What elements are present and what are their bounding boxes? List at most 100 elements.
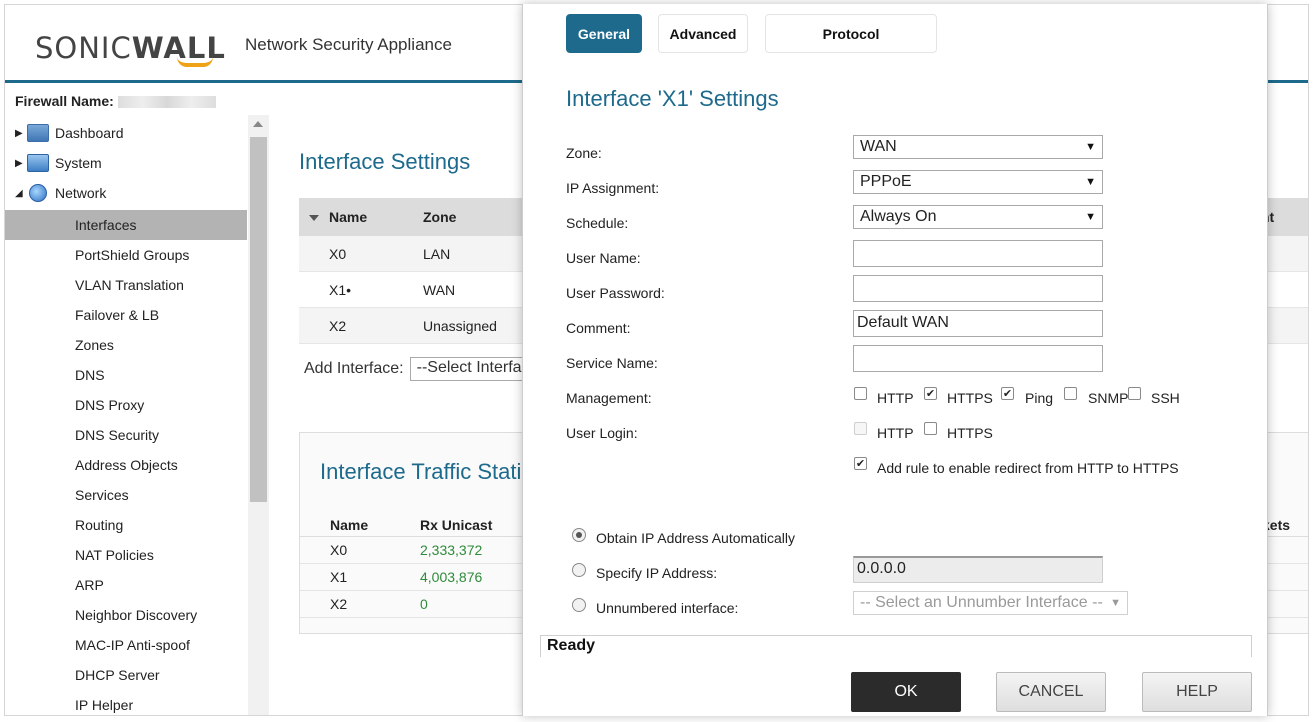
user-login-label: User Login: — [566, 425, 638, 441]
interface-settings-dialog: General Advanced Protocol Interface 'X1'… — [522, 4, 1268, 716]
sidebar-item-arp[interactable]: ARP — [5, 570, 247, 600]
management-label: Management: — [566, 390, 652, 406]
dropdown-arrow-icon: ▼ — [1110, 597, 1121, 609]
firewall-name-redacted — [117, 96, 216, 109]
add-interface-row: Add Interface: --Select Interface-- — [304, 357, 540, 381]
management-ping-checkbox[interactable] — [1001, 387, 1014, 400]
help-button[interactable]: HELP — [1142, 672, 1252, 712]
cell-name: X2 — [330, 596, 348, 612]
sidebar-item-interfaces[interactable]: Interfaces — [5, 210, 247, 240]
sidebar-scrollbar[interactable] — [248, 115, 269, 715]
sidebar-item-failover-lb[interactable]: Failover & LB — [5, 300, 247, 330]
status-bar: Ready — [540, 635, 1252, 657]
sonicwall-logo: SONICWALL — [35, 31, 226, 67]
collapse-arrow-icon[interactable]: ◢ — [15, 188, 27, 199]
management-http-checkbox[interactable] — [854, 387, 867, 400]
logo-prefix: SONIC — [35, 31, 132, 65]
comment-input[interactable]: Default WAN — [853, 310, 1103, 337]
unnumbered-interface-select: -- Select an Unnumber Interface -- ▼ — [853, 591, 1128, 615]
user-login-https-label: HTTPS — [947, 425, 993, 441]
cell-name: X0 — [329, 245, 347, 262]
redirect-checkbox[interactable] — [854, 457, 867, 470]
management-snmp-checkbox[interactable] — [1064, 387, 1077, 400]
ip-assignment-label: IP Assignment: — [566, 180, 660, 196]
management-ssh-checkbox[interactable] — [1128, 387, 1141, 400]
obtain-ip-label: Obtain IP Address Automatically — [596, 530, 795, 546]
add-interface-select[interactable]: --Select Interface-- — [409, 357, 540, 381]
sidebar-item-system[interactable]: ▶ System — [15, 149, 102, 177]
sort-desc-icon[interactable] — [309, 215, 319, 222]
sidebar-item-dns[interactable]: DNS — [5, 360, 247, 390]
sidebar-item-vlan-translation[interactable]: VLAN Translation — [5, 270, 247, 300]
sidebar-item-label: Network — [55, 185, 107, 201]
management-https-checkbox[interactable] — [924, 387, 937, 400]
specify-ip-label: Specify IP Address: — [596, 565, 718, 581]
sidebar-item-services[interactable]: Services — [5, 480, 247, 510]
unnumbered-placeholder: -- Select an Unnumber Interface -- — [860, 594, 1103, 611]
cancel-button[interactable]: CANCEL — [996, 672, 1106, 712]
ip-assignment-value: PPPoE — [860, 173, 912, 190]
scrollbar-thumb[interactable] — [250, 137, 267, 502]
sidebar-item-routing[interactable]: Routing — [5, 510, 247, 540]
sidebar-item-nat-policies[interactable]: NAT Policies — [5, 540, 247, 570]
app-title: Network Security Appliance — [245, 35, 452, 54]
firewall-name: Firewall Name: — [15, 93, 216, 109]
column-header-label: Name — [329, 209, 368, 225]
expand-arrow-icon[interactable]: ▶ — [15, 128, 27, 139]
sidebar-item-dhcp-server[interactable]: DHCP Server — [5, 660, 247, 690]
firewall-name-label: Firewall Name: — [15, 93, 114, 109]
sidebar-item-dns-security[interactable]: DNS Security — [5, 420, 247, 450]
scroll-up-icon[interactable] — [253, 121, 263, 127]
schedule-label: Schedule: — [566, 215, 629, 231]
monitor-icon — [27, 154, 49, 172]
cell-name: X1 — [330, 569, 348, 585]
sidebar-item-network[interactable]: ◢ Network — [15, 179, 106, 207]
schedule-value: Always On — [860, 208, 937, 225]
cell-name: X1• — [329, 281, 352, 298]
management-snmp-label: SNMP — [1088, 390, 1129, 406]
password-input[interactable] — [853, 275, 1103, 302]
expand-arrow-icon[interactable]: ▶ — [15, 158, 27, 169]
comment-label: Comment: — [566, 320, 631, 336]
zone-label: Zone: — [566, 145, 602, 161]
globe-icon — [29, 184, 47, 202]
sidebar-item-zones[interactable]: Zones — [5, 330, 247, 360]
sidebar-item-portshield-groups[interactable]: PortShield Groups — [5, 240, 247, 270]
ok-button[interactable]: OK — [851, 672, 961, 712]
dropdown-arrow-icon: ▼ — [1085, 211, 1096, 223]
management-ssh-label: SSH — [1151, 390, 1180, 406]
unnumbered-radio[interactable] — [572, 598, 586, 612]
dashboard-icon — [27, 124, 49, 142]
sidebar-item-neighbor-discovery[interactable]: Neighbor Discovery — [5, 600, 247, 630]
sidebar-item-address-objects[interactable]: Address Objects — [5, 450, 247, 480]
zone-select[interactable]: WAN ▼ — [853, 135, 1103, 159]
column-header-name[interactable]: Name — [299, 209, 423, 225]
cell-name: X2 — [329, 317, 347, 334]
sidebar-item-ip-helper[interactable]: IP Helper — [5, 690, 247, 715]
schedule-select[interactable]: Always On ▼ — [853, 205, 1103, 229]
username-label: User Name: — [566, 250, 641, 266]
user-login-http-checkbox — [854, 422, 867, 435]
sidebar-item-dashboard[interactable]: ▶ Dashboard — [15, 119, 124, 147]
management-http-label: HTTP — [877, 390, 914, 406]
ip-address-input: 0.0.0.0 — [853, 556, 1103, 583]
dropdown-arrow-icon: ▼ — [1085, 176, 1096, 188]
sidebar-item-dns-proxy[interactable]: DNS Proxy — [5, 390, 247, 420]
service-name-input[interactable] — [853, 345, 1103, 372]
obtain-ip-radio[interactable] — [572, 528, 586, 542]
dialog-title: Interface 'X1' Settings — [566, 86, 779, 111]
management-https-label: HTTPS — [947, 390, 993, 406]
ip-assignment-select[interactable]: PPPoE ▼ — [853, 170, 1103, 194]
password-label: User Password: — [566, 285, 665, 301]
username-input[interactable] — [853, 240, 1103, 267]
user-login-https-checkbox[interactable] — [924, 422, 937, 435]
specify-ip-radio[interactable] — [572, 563, 586, 577]
zone-select-value: WAN — [860, 138, 897, 155]
service-name-label: Service Name: — [566, 355, 658, 371]
user-login-http-label: HTTP — [877, 425, 914, 441]
tab-general[interactable]: General — [566, 14, 642, 53]
sidebar-item-mac-ip-anti-spoof[interactable]: MAC-IP Anti-spoof — [5, 630, 247, 660]
sidebar: ▶ Dashboard ▶ System ◢ Network Interface… — [5, 115, 269, 715]
tab-protocol[interactable]: Protocol — [765, 14, 937, 53]
tab-advanced[interactable]: Advanced — [658, 14, 748, 53]
